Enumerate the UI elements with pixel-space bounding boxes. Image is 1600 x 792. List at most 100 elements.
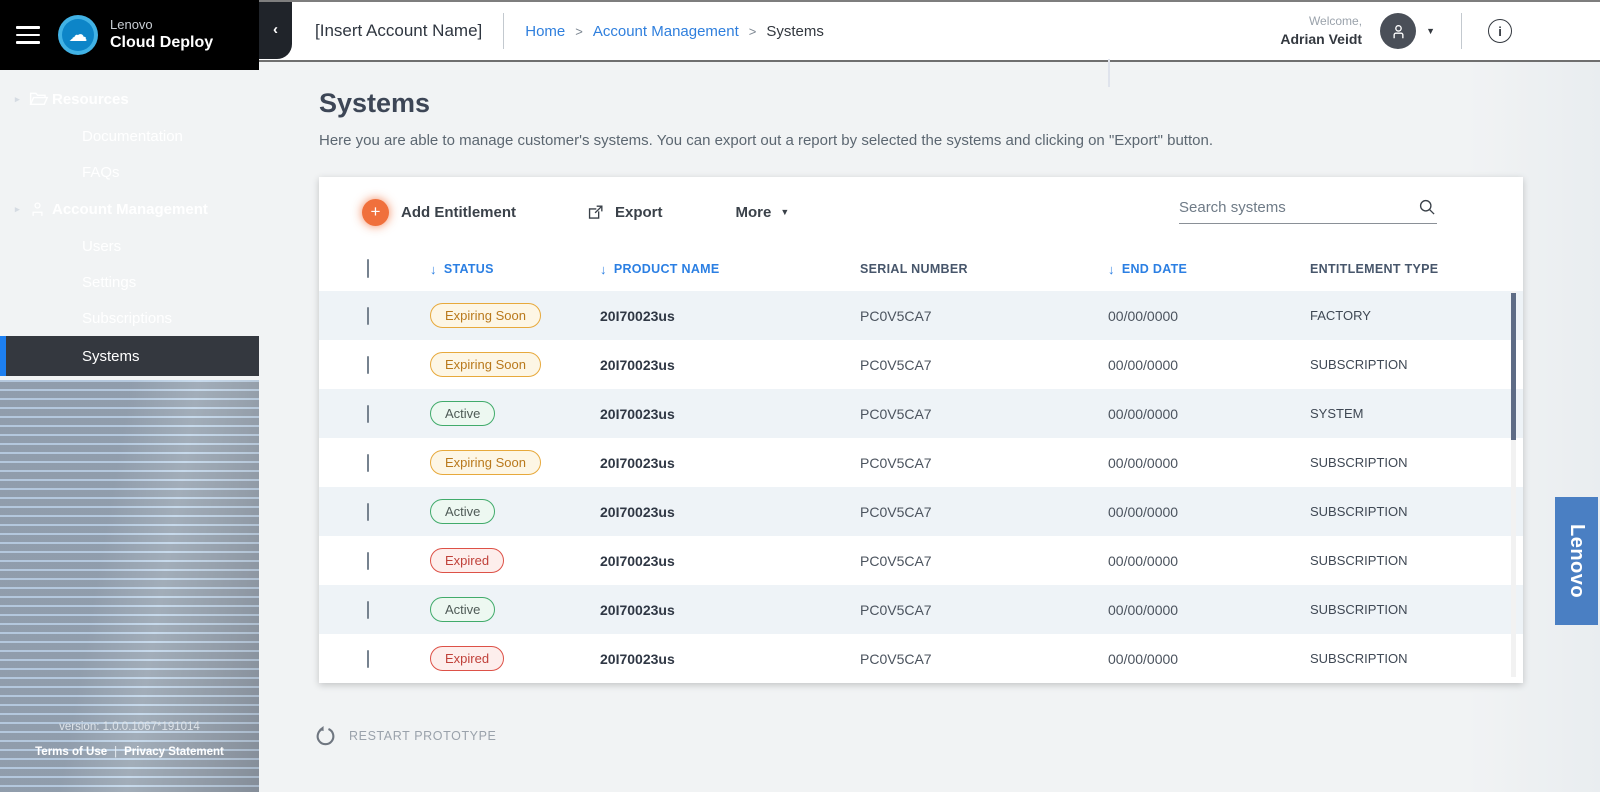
status-badge: Expired bbox=[430, 646, 504, 671]
restart-prototype-button[interactable]: RESTART PROTOTYPE bbox=[315, 725, 1600, 746]
row-checkbox[interactable] bbox=[367, 650, 369, 668]
restart-label: RESTART PROTOTYPE bbox=[349, 729, 497, 743]
row-checkbox[interactable] bbox=[367, 601, 369, 619]
product-name-cell: 20I70023us bbox=[600, 651, 860, 667]
sidebar-nav: Resources Documentation FAQs Account Man… bbox=[0, 70, 259, 376]
column-header-status[interactable]: STATUS bbox=[430, 262, 600, 277]
serial-number-cell: PC0V5CA7 bbox=[860, 357, 1108, 373]
sidebar: Lenovo Cloud Deploy Resources Documentat… bbox=[0, 0, 259, 792]
version-text: version: 1.0.0.1067*191014 bbox=[0, 721, 259, 733]
column-header-end-date[interactable]: END DATE bbox=[1108, 262, 1310, 277]
row-checkbox[interactable] bbox=[367, 356, 369, 374]
restart-icon bbox=[315, 725, 336, 746]
sort-desc-icon bbox=[430, 262, 437, 277]
table-row: Expiring Soon 20I70023us PC0V5CA7 00/00/… bbox=[319, 438, 1523, 487]
entitlement-type-cell: SUBSCRIPTION bbox=[1310, 357, 1523, 372]
export-button[interactable]: Export bbox=[586, 203, 663, 222]
product-name-cell: 20I70023us bbox=[600, 553, 860, 569]
breadcrumb-home[interactable]: Home bbox=[525, 23, 565, 40]
status-badge: Expiring Soon bbox=[430, 303, 541, 328]
end-date-cell: 00/00/0000 bbox=[1108, 651, 1310, 667]
product-name-cell: 20I70023us bbox=[600, 308, 860, 324]
sidebar-collapse-button[interactable] bbox=[259, 2, 292, 59]
status-badge: Expiring Soon bbox=[430, 450, 541, 475]
status-badge: Expiring Soon bbox=[430, 352, 541, 377]
systems-table-card: + Add Entitlement Export More STATUS PRO… bbox=[319, 177, 1523, 683]
sidebar-item-label: Documentation bbox=[82, 128, 183, 145]
lenovo-feedback-tab[interactable]: Lenovo bbox=[1555, 497, 1598, 625]
column-header-entitlement-type[interactable]: ENTITLEMENT TYPE bbox=[1310, 262, 1523, 276]
user-menu-button[interactable] bbox=[1380, 13, 1435, 49]
column-header-serial-number[interactable]: SERIAL NUMBER bbox=[860, 262, 1108, 276]
more-button[interactable]: More bbox=[736, 204, 790, 221]
row-checkbox[interactable] bbox=[367, 405, 369, 423]
add-entitlement-button[interactable]: + Add Entitlement bbox=[362, 199, 516, 226]
sidebar-logo-bar: Lenovo Cloud Deploy bbox=[0, 0, 259, 70]
plus-icon: + bbox=[362, 199, 389, 226]
sidebar-section-label: Resources bbox=[52, 91, 129, 108]
sidebar-item-label: Settings bbox=[82, 274, 136, 291]
table-row: Expiring Soon 20I70023us PC0V5CA7 00/00/… bbox=[319, 291, 1523, 340]
sidebar-section-resources[interactable]: Resources bbox=[0, 80, 259, 118]
sidebar-item-documentation[interactable]: Documentation bbox=[0, 118, 259, 154]
row-checkbox[interactable] bbox=[367, 454, 369, 472]
sidebar-item-label: FAQs bbox=[82, 164, 120, 181]
caret-right-icon bbox=[0, 94, 16, 105]
privacy-statement-link[interactable]: Privacy Statement bbox=[124, 746, 224, 758]
product-name-cell: 20I70023us bbox=[600, 406, 860, 422]
hamburger-menu-icon[interactable] bbox=[16, 26, 40, 44]
sidebar-item-label: Subscriptions bbox=[82, 310, 172, 327]
table-toolbar: + Add Entitlement Export More bbox=[319, 177, 1523, 247]
serial-number-cell: PC0V5CA7 bbox=[860, 602, 1108, 618]
row-checkbox[interactable] bbox=[367, 307, 369, 325]
sidebar-item-users[interactable]: Users bbox=[0, 228, 259, 264]
sidebar-item-label: Systems bbox=[82, 348, 140, 365]
serial-number-cell: PC0V5CA7 bbox=[860, 504, 1108, 520]
table-scrollbar-thumb[interactable] bbox=[1511, 293, 1516, 440]
serial-number-cell: PC0V5CA7 bbox=[860, 308, 1108, 324]
entitlement-type-cell: SUBSCRIPTION bbox=[1310, 602, 1523, 617]
end-date-cell: 00/00/0000 bbox=[1108, 455, 1310, 471]
search-input[interactable] bbox=[1179, 199, 1417, 216]
row-checkbox[interactable] bbox=[367, 503, 369, 521]
sidebar-footer: version: 1.0.0.1067*191014 Terms of Use|… bbox=[0, 721, 259, 758]
column-header-product-name[interactable]: PRODUCT NAME bbox=[600, 262, 860, 277]
table-row: Active 20I70023us PC0V5CA7 00/00/0000 SU… bbox=[319, 585, 1523, 634]
info-button[interactable]: i bbox=[1488, 19, 1512, 43]
end-date-cell: 00/00/0000 bbox=[1108, 504, 1310, 520]
product-name-cell: 20I70023us bbox=[600, 504, 860, 520]
sidebar-item-faqs[interactable]: FAQs bbox=[0, 154, 259, 190]
serial-number-cell: PC0V5CA7 bbox=[860, 651, 1108, 667]
select-all-checkbox[interactable] bbox=[367, 259, 369, 278]
user-icon bbox=[16, 200, 52, 219]
end-date-cell: 00/00/0000 bbox=[1108, 553, 1310, 569]
end-date-cell: 00/00/0000 bbox=[1108, 308, 1310, 324]
entitlement-type-cell: SUBSCRIPTION bbox=[1310, 504, 1523, 519]
search-icon[interactable] bbox=[1417, 197, 1437, 217]
product-name-cell: 20I70023us bbox=[600, 357, 860, 373]
header-divider bbox=[503, 13, 504, 49]
sidebar-item-settings[interactable]: Settings bbox=[0, 264, 259, 300]
table-row: Expired 20I70023us PC0V5CA7 00/00/0000 S… bbox=[319, 634, 1523, 683]
table-row: Expired 20I70023us PC0V5CA7 00/00/0000 S… bbox=[319, 536, 1523, 585]
entitlement-type-cell: SYSTEM bbox=[1310, 406, 1523, 421]
avatar-icon bbox=[1380, 13, 1416, 49]
table-row: Active 20I70023us PC0V5CA7 00/00/0000 SY… bbox=[319, 389, 1523, 438]
table-row: Active 20I70023us PC0V5CA7 00/00/0000 SU… bbox=[319, 487, 1523, 536]
table-header-row: STATUS PRODUCT NAME SERIAL NUMBER END DA… bbox=[319, 247, 1523, 291]
sidebar-item-subscriptions[interactable]: Subscriptions bbox=[0, 300, 259, 336]
status-badge: Active bbox=[430, 597, 495, 622]
row-checkbox[interactable] bbox=[367, 552, 369, 570]
sidebar-item-systems[interactable]: Systems bbox=[0, 336, 259, 376]
main-content: Systems Here you are able to manage cust… bbox=[259, 62, 1600, 792]
caret-right-icon bbox=[0, 204, 16, 215]
lenovo-tab-label: Lenovo bbox=[1565, 524, 1588, 598]
terms-of-use-link[interactable]: Terms of Use bbox=[35, 746, 107, 758]
sidebar-section-account-management[interactable]: Account Management bbox=[0, 190, 259, 228]
table-body: Expiring Soon 20I70023us PC0V5CA7 00/00/… bbox=[319, 291, 1523, 683]
header-divider bbox=[1461, 13, 1462, 49]
breadcrumb-account-management[interactable]: Account Management bbox=[593, 23, 739, 40]
export-icon bbox=[586, 203, 605, 222]
breadcrumb: Home Account Management Systems bbox=[525, 23, 824, 40]
serial-number-cell: PC0V5CA7 bbox=[860, 406, 1108, 422]
